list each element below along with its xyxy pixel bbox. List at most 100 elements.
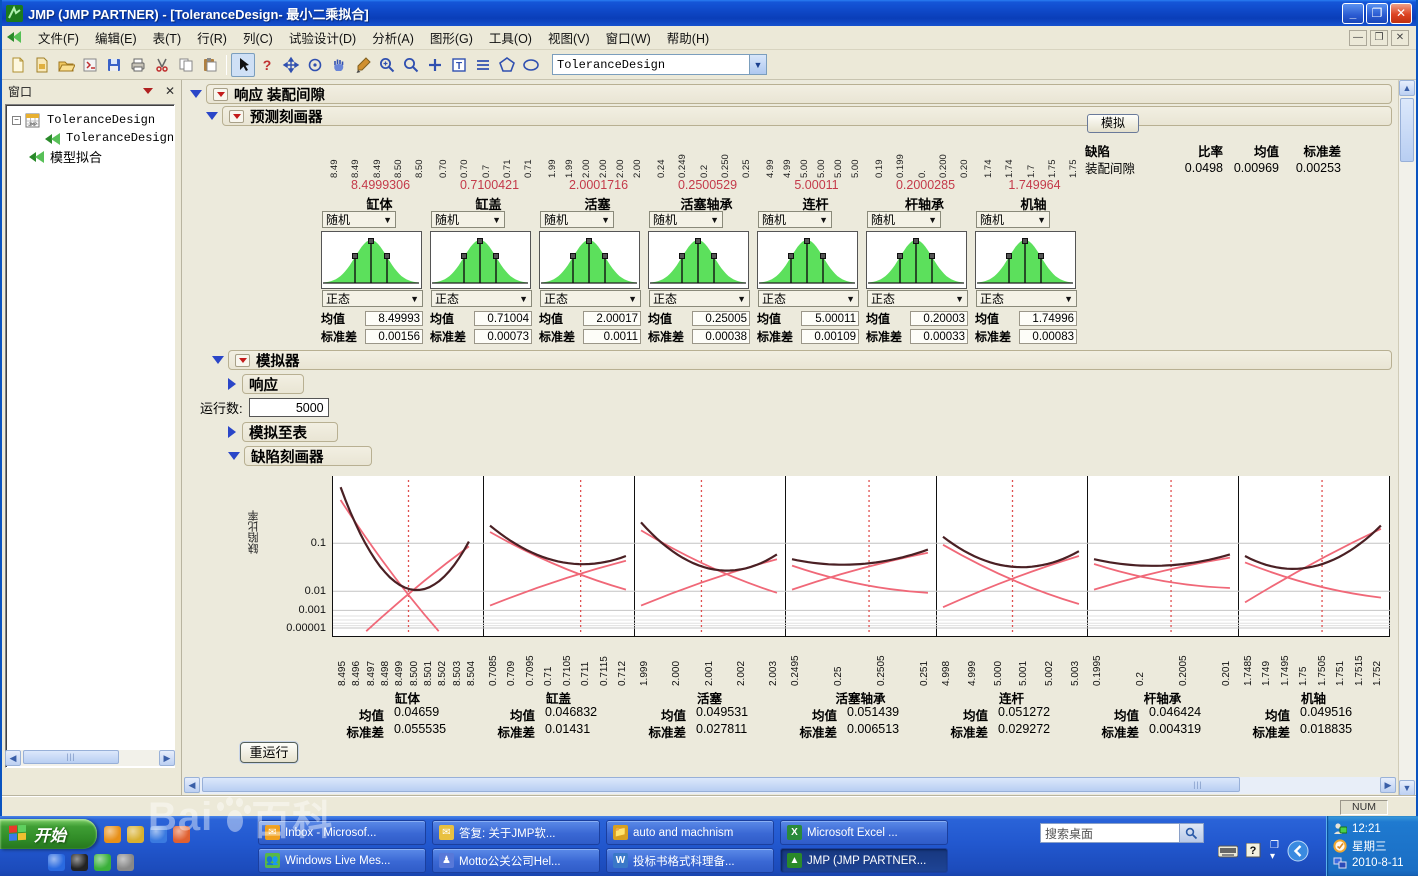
scroll-left-icon[interactable]: ◀ (184, 777, 200, 793)
taskbar-button-auto-and-machnism[interactable]: 📁auto and machnism (606, 820, 774, 845)
distribution-dropdown[interactable]: 正态▼ (540, 290, 641, 307)
defect-plot-活塞[interactable] (635, 476, 786, 636)
help-tray-icon[interactable]: ? (1246, 843, 1262, 859)
grabber-tool-button[interactable] (327, 53, 351, 77)
disclosure-triangle-profiler[interactable] (206, 112, 218, 120)
distribution-plot[interactable] (757, 231, 858, 289)
media-quicklaunch-icon[interactable] (173, 826, 190, 843)
mdi-minimize-button[interactable]: — (1349, 30, 1367, 46)
chevron-down-icon[interactable]: ▼ (749, 55, 766, 74)
random-dropdown[interactable]: 随机▼ (431, 211, 505, 228)
open-button[interactable] (54, 53, 78, 77)
menu-item-7[interactable]: 分析(A) (364, 25, 422, 50)
save-button[interactable] (102, 53, 126, 77)
random-dropdown[interactable]: 随机▼ (976, 211, 1050, 228)
network-tray-icon[interactable] (1333, 856, 1347, 870)
menu-item-8[interactable]: 图形(G) (422, 25, 481, 50)
mean-input[interactable] (692, 311, 750, 326)
qq-quicklaunch-icon[interactable] (71, 854, 88, 871)
distribution-dropdown[interactable]: 正态▼ (976, 290, 1077, 307)
plus-tool-button[interactable] (423, 53, 447, 77)
messenger-quicklaunch-icon[interactable] (104, 826, 121, 843)
sd-input[interactable] (692, 329, 750, 344)
m-quicklaunch-icon[interactable] (117, 854, 134, 871)
mean-input[interactable] (365, 311, 423, 326)
menu-item-5[interactable]: 列(C) (235, 25, 281, 50)
cut-button[interactable] (150, 53, 174, 77)
distribution-dropdown[interactable]: 正态▼ (758, 290, 859, 307)
distribution-plot[interactable] (321, 231, 422, 289)
tree-item-3[interactable]: 模型拟合 (8, 147, 172, 165)
start-button[interactable]: 开始 (0, 819, 97, 849)
taskbar-button-jmp-jmp-partner-[interactable]: ▲JMP (JMP PARTNER... (780, 848, 948, 873)
menu-item-1[interactable]: 文件(F) (30, 25, 87, 50)
mdi-restore-button[interactable]: ❐ (1370, 30, 1388, 46)
search-input[interactable] (1040, 823, 1180, 843)
run-script-button[interactable] (78, 53, 102, 77)
menu-item-6[interactable]: 试验设计(D) (281, 25, 364, 50)
taskbar-button-windows-live-mes-[interactable]: 👥Windows Live Mes... (258, 848, 426, 873)
ie-quicklaunch-icon[interactable] (48, 854, 65, 871)
taskbar-button-投标书格式科理备-[interactable]: W投标书格式科理备... (606, 848, 774, 873)
sd-input[interactable] (801, 329, 859, 344)
random-dropdown[interactable]: 随机▼ (322, 211, 396, 228)
menu-item-3[interactable]: 表(T) (145, 25, 189, 50)
mail-quicklaunch-icon[interactable] (127, 826, 144, 843)
crosshair-tool-button[interactable] (303, 53, 327, 77)
distribution-plot[interactable] (539, 231, 640, 289)
restore-tray-icon[interactable]: ❐▾ (1270, 840, 1279, 862)
arrow-tool-button[interactable] (231, 53, 255, 77)
collapse-tray-icon[interactable] (1287, 840, 1309, 862)
close-button[interactable]: ✕ (1390, 3, 1412, 24)
mean-input[interactable] (1019, 311, 1077, 326)
menu-item-12[interactable]: 帮助(H) (659, 25, 717, 50)
disclosure-triangle-defect-profiler[interactable] (228, 452, 240, 460)
restore-button[interactable]: ❐ (1366, 3, 1388, 24)
red-triangle-menu-icon[interactable] (229, 110, 244, 123)
annotate-tool-button[interactable]: T (447, 53, 471, 77)
mdi-close-button[interactable]: ✕ (1391, 30, 1409, 46)
paste-button[interactable] (198, 53, 222, 77)
panel-menu-icon[interactable] (143, 88, 153, 94)
move-tool-button[interactable] (279, 53, 303, 77)
red-triangle-menu-icon[interactable] (235, 354, 250, 367)
keyboard-tray-icon[interactable] (1218, 844, 1238, 858)
mean-input[interactable] (910, 311, 968, 326)
random-dropdown[interactable]: 随机▼ (649, 211, 723, 228)
scroll-up-icon[interactable]: ▲ (1399, 80, 1415, 96)
scroll-down-icon[interactable]: ▼ (1399, 780, 1415, 796)
disclosure-triangle-response-inner[interactable] (228, 378, 236, 390)
random-dropdown[interactable]: 随机▼ (758, 211, 832, 228)
magnifier-plus-tool-button[interactable] (375, 53, 399, 77)
ellipse-tool-button[interactable] (519, 53, 543, 77)
mean-input[interactable] (801, 311, 859, 326)
disclosure-triangle-sim-to-table[interactable] (228, 426, 236, 438)
distribution-dropdown[interactable]: 正态▼ (649, 290, 750, 307)
menu-item-2[interactable]: 编辑(E) (87, 25, 145, 50)
defect-plot-缸体[interactable] (333, 476, 484, 636)
polygon-tool-button[interactable] (495, 53, 519, 77)
distribution-plot[interactable] (648, 231, 749, 289)
disclosure-triangle-simulator[interactable] (212, 356, 224, 364)
defect-plot-活塞轴承[interactable] (786, 476, 937, 636)
document-horizontal-scrollbar[interactable]: ◀ ||| ▶ (184, 777, 1396, 794)
ie-quicklaunch-icon[interactable] (150, 826, 167, 843)
disclosure-triangle-response[interactable] (190, 90, 202, 98)
search-icon[interactable] (1180, 823, 1204, 843)
sd-input[interactable] (474, 329, 532, 344)
defect-plot-连杆[interactable] (937, 476, 1088, 636)
copy-button[interactable] (174, 53, 198, 77)
window-list-combobox[interactable]: ToleranceDesign ▼ (552, 54, 767, 75)
red-triangle-menu-icon[interactable] (213, 88, 228, 101)
tree-item-2[interactable]: ToleranceDesign (8, 129, 172, 147)
new-journal-button[interactable] (30, 53, 54, 77)
taskbar-button-答复-关于jmp软-[interactable]: ✉答复: 关于JMP软... (432, 820, 600, 845)
distribution-plot[interactable] (430, 231, 531, 289)
defect-plot-缸盖[interactable] (484, 476, 635, 636)
line-width-tool-button[interactable] (471, 53, 495, 77)
distribution-dropdown[interactable]: 正态▼ (322, 290, 423, 307)
scroll-left-icon[interactable]: ◀ (5, 750, 21, 766)
menu-item-11[interactable]: 窗口(W) (598, 25, 659, 50)
minimize-button[interactable]: _ (1342, 3, 1364, 24)
menu-item-9[interactable]: 工具(O) (481, 25, 540, 50)
